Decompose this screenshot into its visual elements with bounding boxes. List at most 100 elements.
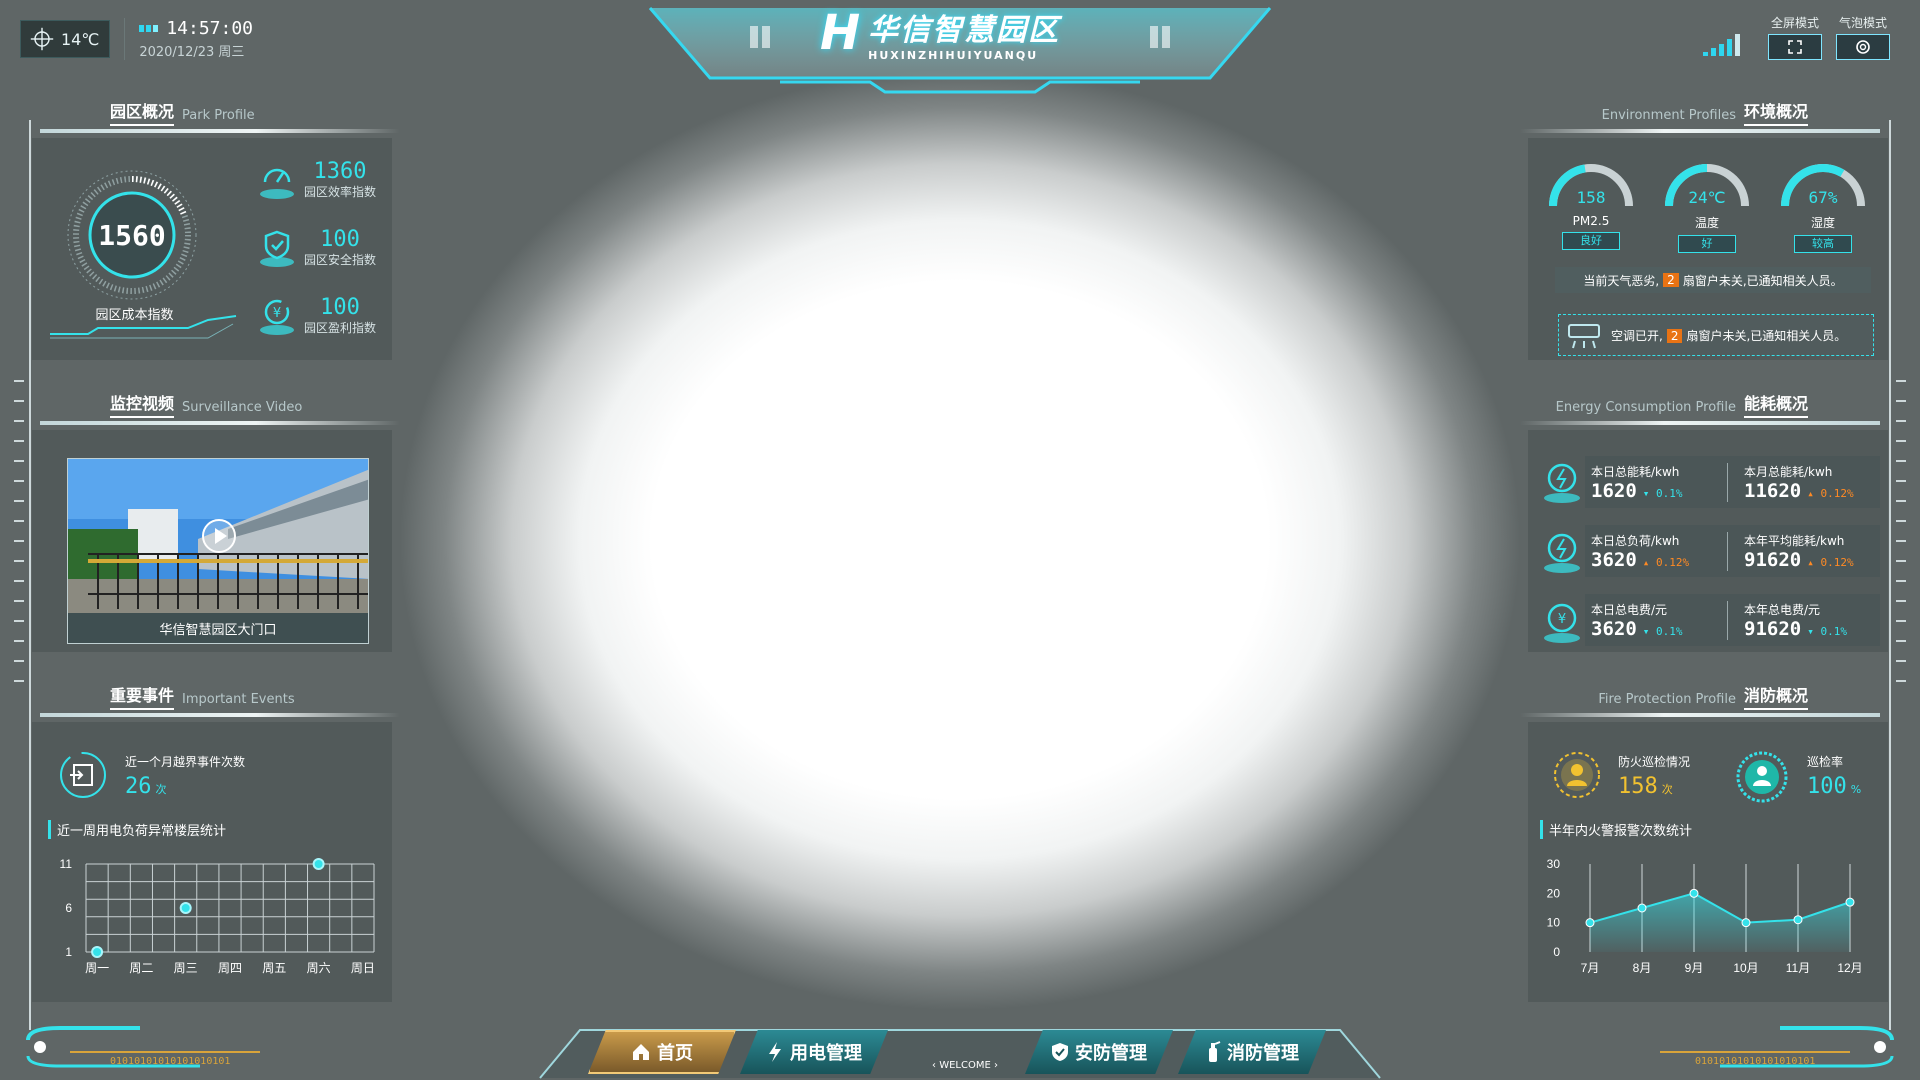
environment-header: Environment Profiles 环境概况 [1520,100,1880,133]
x-tick-label: 周二 [129,961,153,975]
humidity-gauge: 67% 湿度 较高 [1777,158,1869,253]
header-left: 14℃ 14:57:00 2020/12/23 周三 [20,18,253,60]
x-tick-label: 周一 [85,961,109,975]
fire-title: 消防概况 [1743,682,1808,710]
x-tick-label: 周五 [262,961,286,975]
events-stat: 26 次 [125,774,167,799]
nav-power-management-label: 用电管理 [790,1043,862,1064]
fullscreen-icon [1788,40,1802,54]
pm25-label: PM2.5 [1572,214,1610,228]
humidity-label: 湿度 [1810,216,1835,230]
video-header: 监控视频 Surveillance Video [40,392,400,425]
bars-icon [139,25,159,32]
energy-row-1: 本日总能耗/kwh 1620 ▾ 0.1% 本月总能耗/kwh 11620 ▴ 0.… [1585,456,1880,508]
ac-alert-text-post: 扇窗户未关,已通知相关人员。 [1686,329,1847,343]
ac-alert: 空调已开, 2 扇窗户未关,已通知相关人员。 [1611,327,1846,344]
svg-text:¥: ¥ [273,306,281,321]
temperature-gauge-label: 温度 [1694,216,1719,230]
daily-load-delta: ▴ 0.12% [1642,555,1690,569]
temperature-value: 24℃ [1688,188,1726,207]
monthly-energy-label: 本月总能耗/kwh [1744,464,1833,479]
monthly-energy: 本月总能耗/kwh 11620 ▴ 0.12% [1728,463,1880,502]
monthly-energy-delta: ▴ 0.12% [1807,486,1854,500]
home-icon [633,1044,649,1060]
patrol-unit: 次 [1661,783,1673,796]
fireman-icon [1554,752,1600,798]
nav-security-management[interactable]: 安防管理 [1025,1030,1173,1074]
monthly-energy-value: 11620 [1744,479,1802,502]
daily-fee: 本日总电费/元 3620 ▾ 0.1% [1585,600,1728,640]
cost-index-value: 1560 [98,218,166,252]
nav-fire-management-label: 消防管理 [1227,1043,1299,1064]
bubble-mode-button[interactable] [1836,34,1890,60]
temperature-status: 好 [1678,235,1736,253]
events-stat-label: 近一个月越界事件次数 [125,755,246,769]
weather-alert-text-pre: 当前天气恶劣, [1583,273,1660,288]
line-point [1689,888,1699,898]
energy-title-en: Energy Consumption Profile [1555,400,1736,415]
daily-fee-delta: ▾ 0.1% [1642,624,1683,638]
x-tick-label: 周六 [307,961,331,975]
environment-title: 环境概况 [1743,98,1808,126]
play-icon[interactable] [201,518,237,554]
events-chart-title: 近一周用电负荷异常楼层统计 [48,820,226,839]
weather-alert: 当前天气恶劣, 2 扇窗户未关,已通知相关人员。 [1555,267,1871,293]
abnormal-floor-scatter-chart: 1 6 11 周一 周二 周三 周四 周五 周六 周日 [60,857,375,975]
signal-icon [1703,34,1740,56]
clock: 14:57:00 2020/12/23 周三 [124,18,253,60]
patrol-rate-label: 巡检率 [1807,755,1844,769]
efficiency-metric: 1360 园区效率指数 [258,158,376,202]
mode-switcher: 全屏模式 气泡模式 [1768,14,1890,60]
pm25-value: 158 [1576,188,1606,207]
fullscreen-mode-button[interactable] [1768,34,1822,60]
events-title-en: Important Events [182,692,295,707]
nav-fire-management[interactable]: 消防管理 [1178,1030,1326,1074]
x-tick-label: 周三 [174,961,198,975]
park-profile-title: 园区概况 [110,98,175,126]
yearly-avg-energy-label: 本年平均能耗/kwh [1744,533,1845,548]
scatter-point [91,946,104,958]
line-point [1637,903,1647,913]
nav-home[interactable]: 首页 [588,1030,736,1074]
patrol-label: 防火巡检情况 [1618,755,1691,769]
yearly-fee-delta: ▾ 0.1% [1807,624,1847,638]
energy-row-3: 本日总电费/元 3620 ▾ 0.1% 本年总电费/元 91620 ▾ 0.1% [1585,594,1880,646]
weather-alert-count: 2 [1663,273,1679,287]
fire-alarm-line-chart: 0 10 20 30 7月 8月 9月 10月 11月 12月 [1547,857,1863,975]
air-conditioner-icon [1568,324,1600,349]
video-player[interactable]: 华信智慧园区大门口 [67,458,369,644]
y-tick-label: 10 [1547,916,1561,930]
events-title: 重要事件 [110,682,175,710]
pm25-gauge: 158 PM2.5 良好 [1545,158,1637,253]
safety-label: 园区安全指数 [304,252,377,267]
x-tick-label: 7月 [1581,961,1600,975]
shield-icon [1052,1043,1068,1061]
daily-fee-label: 本日总电费/元 [1591,602,1668,617]
patrol-rate-value: 100 [1807,774,1847,799]
exit-boundary-icon [60,752,106,798]
cost-index-ring: 1560 [62,165,202,305]
x-tick-label: 10月 [1733,961,1758,975]
weather-widget: 14℃ [20,20,111,58]
efficiency-label: 园区效率指数 [304,184,377,199]
daily-energy-delta: ▾ 0.1% [1642,486,1683,500]
events-stat-value: 26 [125,774,152,799]
y-tick-label: 6 [65,901,72,915]
energy-icon-2 [1540,528,1584,580]
fire-extinguisher-icon [1209,1041,1221,1062]
nav-power-management[interactable]: 用电管理 [740,1030,888,1074]
scatter-point [312,858,325,870]
humidity-value: 67% [1808,188,1838,207]
energy-lightning-icon [1544,463,1580,503]
yen-icon: ¥ [1544,603,1580,643]
temperature-gauge: 24℃ 温度 好 [1661,158,1753,253]
profit-label: 园区盈利指数 [304,320,377,335]
brand-logo: H [820,5,861,61]
binary-strip-left: 01010101010101010101 [110,1056,230,1067]
ac-alert-text-pre: 空调已开, [1611,329,1663,343]
speedometer-icon [260,168,294,199]
fire-chart-title: 半年内火警报警次数统计 [1540,820,1692,839]
daily-energy-value: 1620 [1591,479,1637,502]
bubble-mode-label: 气泡模式 [1838,16,1887,30]
y-tick-label: 30 [1547,857,1561,871]
